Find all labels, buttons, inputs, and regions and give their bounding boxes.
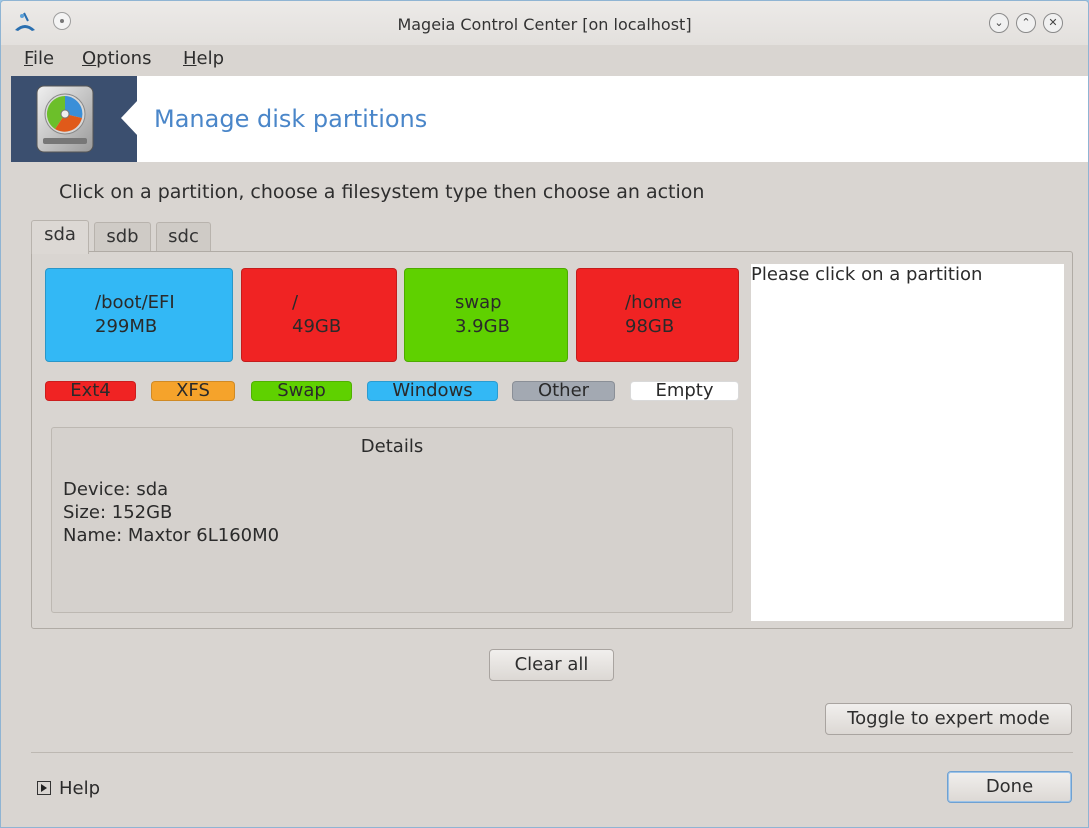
minimize-button[interactable]: ⌄: [989, 13, 1009, 33]
clear-all-button[interactable]: Clear all: [489, 649, 614, 681]
expand-arrow-icon: [37, 781, 51, 795]
harddisk-icon: [36, 85, 94, 153]
header-banner: Manage disk partitions: [11, 76, 1088, 162]
details-name: Name: Maxtor 6L160M0: [63, 525, 280, 546]
details-size: Size: 152GB: [63, 502, 173, 523]
partition-size: 299MB: [95, 316, 158, 337]
partition-size: 3.9GB: [455, 316, 510, 337]
legend-xfs[interactable]: XFS: [151, 381, 235, 401]
tab-sdb[interactable]: sdb: [94, 222, 151, 251]
partition-home[interactable]: /home 98GB: [576, 268, 739, 362]
partition-mount: /home: [625, 292, 683, 313]
banner-notch: [121, 100, 138, 136]
tab-sda[interactable]: sda: [31, 220, 89, 254]
menu-bar: File Options Help: [1, 45, 1088, 75]
menu-help[interactable]: Help: [183, 48, 224, 69]
tab-sdc[interactable]: sdc: [156, 222, 211, 251]
page-title: Manage disk partitions: [154, 105, 428, 133]
close-button[interactable]: ✕: [1043, 13, 1063, 33]
partition-size: 49GB: [292, 316, 342, 337]
details-box: Details Device: sda Size: 152GB Name: Ma…: [51, 427, 733, 613]
details-title: Details: [360, 436, 424, 457]
help-label: Help: [59, 778, 101, 799]
menu-options[interactable]: Options: [82, 48, 151, 69]
partition-size: 98GB: [625, 316, 675, 337]
menu-file[interactable]: File: [24, 48, 54, 69]
partition-swap[interactable]: swap 3.9GB: [404, 268, 568, 362]
bottom-separator: [31, 752, 1073, 753]
partition-mount: /: [292, 292, 299, 313]
legend-ext4[interactable]: Ext4: [45, 381, 136, 401]
main-window: Mageia Control Center [on localhost] ⌄ ⌃…: [0, 0, 1089, 828]
legend-other[interactable]: Other: [512, 381, 615, 401]
done-button[interactable]: Done: [947, 771, 1072, 803]
maximize-button[interactable]: ⌃: [1016, 13, 1036, 33]
details-device: Device: sda: [63, 479, 169, 500]
help-button[interactable]: Help: [37, 778, 100, 799]
legend-empty[interactable]: Empty: [630, 381, 739, 401]
toggle-expert-mode-button[interactable]: Toggle to expert mode: [825, 703, 1072, 735]
partition-mount: swap: [455, 292, 502, 313]
partition-root[interactable]: / 49GB: [241, 268, 397, 362]
title-bar: Mageia Control Center [on localhost] ⌄ ⌃…: [1, 1, 1088, 45]
partition-boot-efi[interactable]: /boot/EFI 299MB: [45, 268, 233, 362]
window-title: Mageia Control Center [on localhost]: [397, 15, 692, 34]
legend-swap[interactable]: Swap: [251, 381, 352, 401]
partition-info-text: Please click on a partition: [751, 264, 983, 285]
banner-logo: [11, 76, 137, 162]
instruction-text: Click on a partition, choose a filesyste…: [59, 181, 705, 203]
partition-mount: /boot/EFI: [95, 292, 175, 313]
legend-windows[interactable]: Windows: [367, 381, 498, 401]
partition-info-area: Please click on a partition: [751, 264, 1064, 621]
